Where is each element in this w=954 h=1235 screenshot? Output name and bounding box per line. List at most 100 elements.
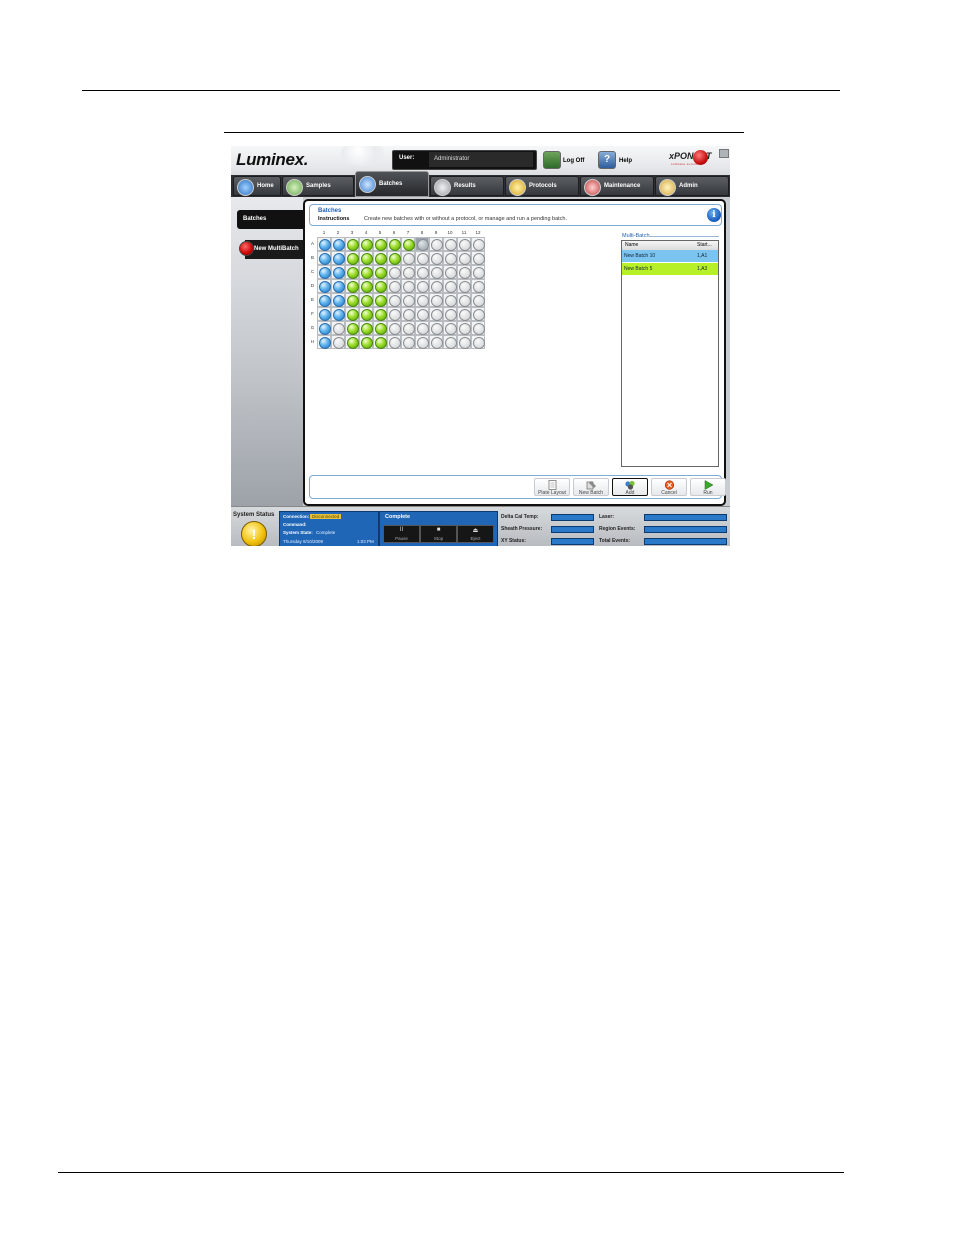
plate-well[interactable] bbox=[359, 279, 373, 293]
plate-well[interactable] bbox=[415, 237, 429, 251]
plate-well[interactable] bbox=[359, 307, 373, 321]
plate-well[interactable] bbox=[443, 279, 457, 293]
plate-well[interactable] bbox=[471, 279, 485, 293]
plate-well[interactable] bbox=[387, 307, 401, 321]
plate-well[interactable] bbox=[443, 335, 457, 349]
plate-well[interactable] bbox=[471, 265, 485, 279]
plate-well[interactable] bbox=[387, 237, 401, 251]
plate-well[interactable] bbox=[443, 321, 457, 335]
plate-column-header[interactable]: 12 bbox=[471, 230, 485, 236]
plate-well[interactable] bbox=[443, 251, 457, 265]
plate-well[interactable] bbox=[429, 335, 443, 349]
plate-well[interactable] bbox=[345, 307, 359, 321]
plate-well[interactable] bbox=[373, 279, 387, 293]
pause-button[interactable]: II Pause bbox=[383, 525, 420, 543]
plate-well[interactable] bbox=[471, 307, 485, 321]
list-item[interactable]: New Batch 10 1,A1 bbox=[622, 250, 718, 262]
plate-well[interactable] bbox=[359, 237, 373, 251]
plate-well[interactable] bbox=[429, 237, 443, 251]
plate-well[interactable] bbox=[373, 293, 387, 307]
plate-row-header[interactable]: D bbox=[309, 279, 316, 293]
plate-row-header[interactable]: G bbox=[309, 321, 316, 335]
plate-well[interactable] bbox=[401, 251, 415, 265]
plate-well[interactable] bbox=[373, 265, 387, 279]
plate-well[interactable] bbox=[345, 279, 359, 293]
plate-well[interactable] bbox=[415, 279, 429, 293]
plate-well[interactable] bbox=[471, 237, 485, 251]
window-minimize-button[interactable] bbox=[719, 149, 729, 158]
stop-button[interactable]: ■ Stop bbox=[420, 525, 457, 543]
plate-layout-button[interactable]: Plate Layout bbox=[534, 478, 570, 496]
tab-home[interactable]: Home bbox=[233, 176, 281, 196]
plate-well[interactable] bbox=[345, 293, 359, 307]
plate-well[interactable] bbox=[401, 321, 415, 335]
plate-well[interactable] bbox=[443, 237, 457, 251]
plate-well[interactable] bbox=[331, 251, 345, 265]
info-icon[interactable]: i bbox=[707, 208, 721, 222]
plate-well[interactable] bbox=[415, 335, 429, 349]
plate-well[interactable] bbox=[331, 279, 345, 293]
plate-well[interactable] bbox=[401, 237, 415, 251]
plate-column-header[interactable]: 11 bbox=[457, 230, 471, 236]
cancel-button[interactable]: Cancel bbox=[651, 478, 687, 496]
tab-batches[interactable]: Batches bbox=[355, 171, 429, 197]
plate-well[interactable] bbox=[317, 293, 331, 307]
plate-well[interactable] bbox=[457, 251, 471, 265]
plate-well[interactable] bbox=[443, 307, 457, 321]
plate-row-header[interactable]: A bbox=[309, 237, 316, 251]
plate-column-header[interactable]: 3 bbox=[345, 230, 359, 236]
plate-well[interactable] bbox=[401, 279, 415, 293]
plate-well[interactable] bbox=[317, 335, 331, 349]
plate-well[interactable] bbox=[331, 265, 345, 279]
sidebar-item-batches[interactable]: Batches bbox=[237, 210, 303, 229]
plate-well[interactable] bbox=[373, 307, 387, 321]
plate-well[interactable] bbox=[457, 293, 471, 307]
plate-well[interactable] bbox=[373, 335, 387, 349]
plate-well[interactable] bbox=[317, 265, 331, 279]
plate-well[interactable] bbox=[387, 251, 401, 265]
eject-button[interactable]: ⏏ Eject bbox=[457, 525, 494, 543]
plate-well[interactable] bbox=[331, 237, 345, 251]
plate-well[interactable] bbox=[429, 251, 443, 265]
plate-well[interactable] bbox=[457, 321, 471, 335]
plate-well[interactable] bbox=[457, 265, 471, 279]
plate-well[interactable] bbox=[345, 265, 359, 279]
plate-row-header[interactable]: F bbox=[309, 307, 316, 321]
plate-well[interactable] bbox=[429, 279, 443, 293]
plate-column-header[interactable]: 7 bbox=[401, 230, 415, 236]
plate-well[interactable] bbox=[387, 279, 401, 293]
plate-well[interactable] bbox=[429, 293, 443, 307]
plate-well[interactable] bbox=[457, 335, 471, 349]
plate-well[interactable] bbox=[401, 335, 415, 349]
plate-well[interactable] bbox=[387, 335, 401, 349]
plate-well[interactable] bbox=[345, 321, 359, 335]
plate-row-header[interactable]: B bbox=[309, 251, 316, 265]
plate-column-header[interactable]: 6 bbox=[387, 230, 401, 236]
plate-column-header[interactable]: 9 bbox=[429, 230, 443, 236]
plate-column-header[interactable]: 10 bbox=[443, 230, 457, 236]
plate-well[interactable] bbox=[457, 279, 471, 293]
plate-well[interactable] bbox=[415, 293, 429, 307]
tab-admin[interactable]: Admin bbox=[655, 176, 729, 196]
plate-well[interactable] bbox=[401, 307, 415, 321]
column-header-start[interactable]: Start... bbox=[697, 242, 712, 248]
plate-well[interactable] bbox=[317, 237, 331, 251]
plate-well[interactable] bbox=[317, 321, 331, 335]
plate-well[interactable] bbox=[331, 293, 345, 307]
tab-samples[interactable]: Samples bbox=[282, 176, 354, 196]
plate-well[interactable] bbox=[345, 251, 359, 265]
help-button[interactable]: Help bbox=[619, 158, 632, 164]
plate-well[interactable] bbox=[317, 307, 331, 321]
plate-well[interactable] bbox=[415, 321, 429, 335]
plate-well[interactable] bbox=[345, 335, 359, 349]
plate-well[interactable] bbox=[317, 279, 331, 293]
plate-column-header[interactable]: 5 bbox=[373, 230, 387, 236]
plate-well[interactable] bbox=[471, 335, 485, 349]
plate-well[interactable] bbox=[373, 251, 387, 265]
run-button[interactable]: Run bbox=[690, 478, 726, 496]
plate-well[interactable] bbox=[401, 293, 415, 307]
plate-well[interactable] bbox=[387, 265, 401, 279]
plate-column-header[interactable]: 2 bbox=[331, 230, 345, 236]
logoff-icon[interactable] bbox=[543, 151, 561, 169]
tab-protocols[interactable]: Protocols bbox=[505, 176, 579, 196]
